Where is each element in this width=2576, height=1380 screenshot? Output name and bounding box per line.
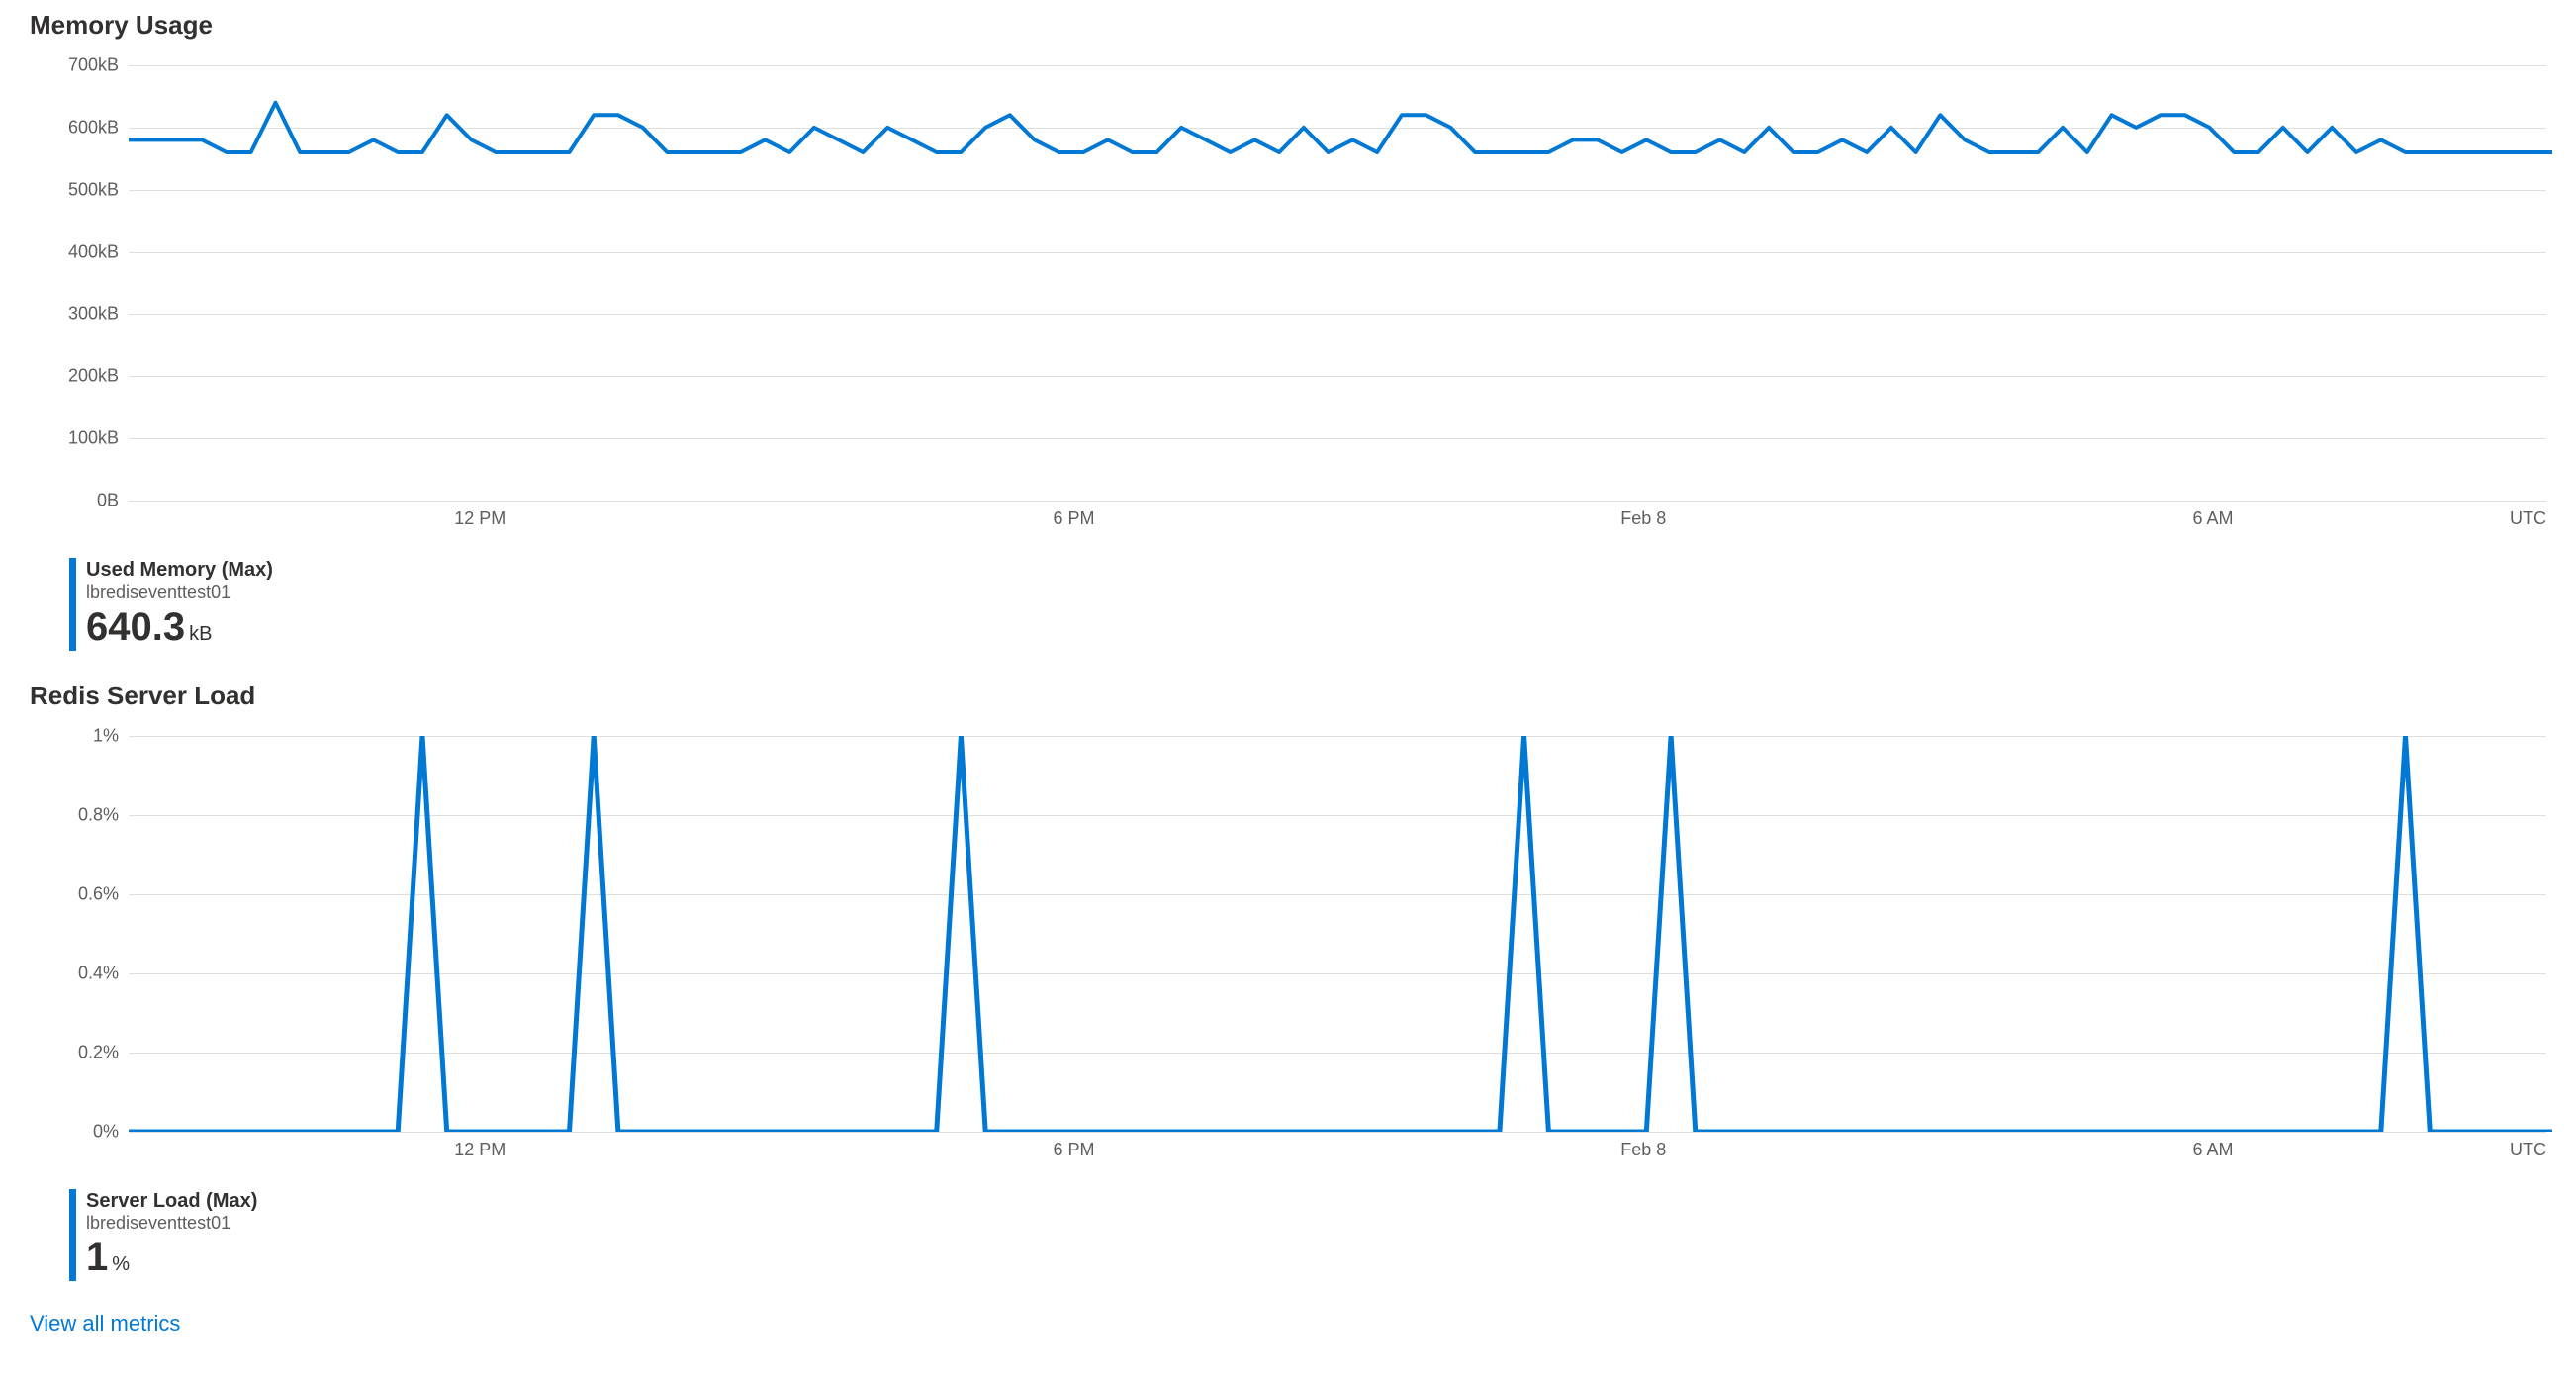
y-tick-label: 0.2% — [78, 1042, 119, 1062]
legend-text: Used Memory (Max) lbrediseventtest01 640… — [86, 558, 273, 651]
legend-value: 640.3 — [86, 605, 185, 649]
y-tick-label: 500kB — [68, 179, 119, 200]
y-tick-label: 700kB — [68, 55, 119, 76]
x-tick-label: Feb 8 — [1620, 508, 1666, 529]
y-tick-label: 300kB — [68, 304, 119, 324]
series-line — [129, 103, 2552, 152]
y-tick-label: 1% — [93, 725, 119, 746]
plot-region — [129, 65, 2546, 501]
y-tick-label: 0.8% — [78, 804, 119, 825]
x-tick-label: 6 PM — [1053, 1140, 1094, 1160]
series-line — [129, 736, 2552, 1132]
x-tick-label: 6 PM — [1053, 508, 1094, 529]
x-tick-label: 12 PM — [454, 508, 506, 529]
y-tick-label: 600kB — [68, 117, 119, 138]
legend-color-bar — [69, 1189, 76, 1282]
y-tick-label: 0B — [97, 491, 119, 511]
chart-redis-server-load: Redis Server Load 1% 0.8% 0.6% 0.4% 0.2% 0% 1… — [30, 681, 2546, 1282]
legend-unit: kB — [189, 623, 212, 645]
x-tick-label: 6 AM — [2192, 1140, 2233, 1160]
chart-legend: Server Load (Max) lbrediseventtest01 1% — [69, 1189, 2546, 1282]
timezone-label: UTC — [2510, 508, 2546, 529]
y-tick-label: 200kB — [68, 366, 119, 387]
y-tick-label: 0.4% — [78, 963, 119, 983]
legend-unit: % — [112, 1253, 130, 1275]
legend-metric-name: Used Memory (Max) — [86, 558, 273, 582]
y-tick-label: 0% — [93, 1121, 119, 1142]
grid-line — [129, 1132, 2546, 1133]
y-axis: 700kB600kB500kB400kB300kB200kB100kB0B — [30, 65, 129, 501]
chart-title: Memory Usage — [30, 10, 2546, 41]
y-tick-label: 0.6% — [78, 883, 119, 904]
x-axis: 12 PM 6 PM Feb 8 6 AM UTC — [129, 1140, 2546, 1169]
chart-area: 700kB600kB500kB400kB300kB200kB100kB0B — [30, 65, 2546, 501]
view-all-metrics-link[interactable]: View all metrics — [30, 1311, 180, 1335]
y-axis: 1%0.8%0.6%0.4%0.2%0% — [30, 736, 129, 1132]
legend-value: 1 — [86, 1236, 108, 1279]
chart-area: 1%0.8%0.6%0.4%0.2%0% — [30, 736, 2546, 1132]
legend-metric-name: Server Load (Max) — [86, 1189, 257, 1213]
legend-text: Server Load (Max) lbrediseventtest01 1% — [86, 1189, 257, 1282]
plot-region — [129, 736, 2546, 1132]
legend-resource-name: lbrediseventtest01 — [86, 1213, 257, 1235]
chart-title: Redis Server Load — [30, 681, 2546, 711]
x-tick-label: 6 AM — [2192, 508, 2233, 529]
y-tick-label: 400kB — [68, 241, 119, 262]
x-axis: 12 PM 6 PM Feb 8 6 AM UTC — [129, 508, 2546, 538]
grid-line — [129, 501, 2546, 502]
line-plot — [129, 65, 2552, 501]
legend-resource-name: lbrediseventtest01 — [86, 582, 273, 603]
chart-memory-usage: Memory Usage 700kB 600kB 500kB 400kB 300kB 20… — [30, 10, 2546, 651]
chart-legend: Used Memory (Max) lbrediseventtest01 640… — [69, 558, 2546, 651]
x-tick-label: Feb 8 — [1620, 1140, 1666, 1160]
y-tick-label: 100kB — [68, 428, 119, 449]
timezone-label: UTC — [2510, 1140, 2546, 1160]
legend-color-bar — [69, 558, 76, 651]
line-plot — [129, 736, 2552, 1132]
x-tick-label: 12 PM — [454, 1140, 506, 1160]
